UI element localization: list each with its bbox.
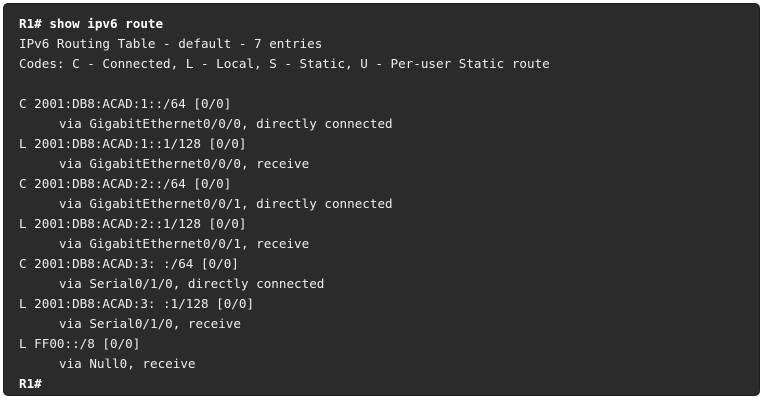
- route-nexthop: via GigabitEthernet0/0/1, directly conne…: [59, 196, 393, 211]
- route-entry: L 2001:DB8:ACAD:1::1/128 [0/0]: [19, 136, 247, 151]
- route-entry: L FF00::/8 [0/0]: [19, 336, 141, 351]
- route-entry: C 2001:DB8:ACAD:1::/64 [0/0]: [19, 96, 232, 111]
- prompt-line: R1#: [19, 376, 42, 391]
- route-entry: L 2001:DB8:ACAD:2::1/128 [0/0]: [19, 216, 247, 231]
- route-entry: C 2001:DB8:ACAD:2::/64 [0/0]: [19, 176, 232, 191]
- route-nexthop: via Serial0/1/0, receive: [59, 316, 241, 331]
- command-line: R1# show ipv6 route: [19, 16, 164, 31]
- route-entry: C 2001:DB8:ACAD:3: :/64 [0/0]: [19, 256, 239, 271]
- route-codes-legend: Codes: C - Connected, L - Local, S - Sta…: [19, 56, 550, 71]
- route-nexthop: via GigabitEthernet0/0/1, receive: [59, 236, 310, 251]
- terminal-output[interactable]: R1# show ipv6 route IPv6 Routing Table -…: [3, 3, 760, 396]
- route-nexthop: via GigabitEthernet0/0/0, receive: [59, 156, 310, 171]
- routing-table-header: IPv6 Routing Table - default - 7 entries: [19, 36, 323, 51]
- route-nexthop: via Null0, receive: [59, 356, 196, 371]
- route-nexthop: via GigabitEthernet0/0/0, directly conne…: [59, 116, 393, 131]
- route-nexthop: via Serial0/1/0, directly connected: [59, 276, 325, 291]
- route-entry: L 2001:DB8:ACAD:3: :1/128 [0/0]: [19, 296, 255, 311]
